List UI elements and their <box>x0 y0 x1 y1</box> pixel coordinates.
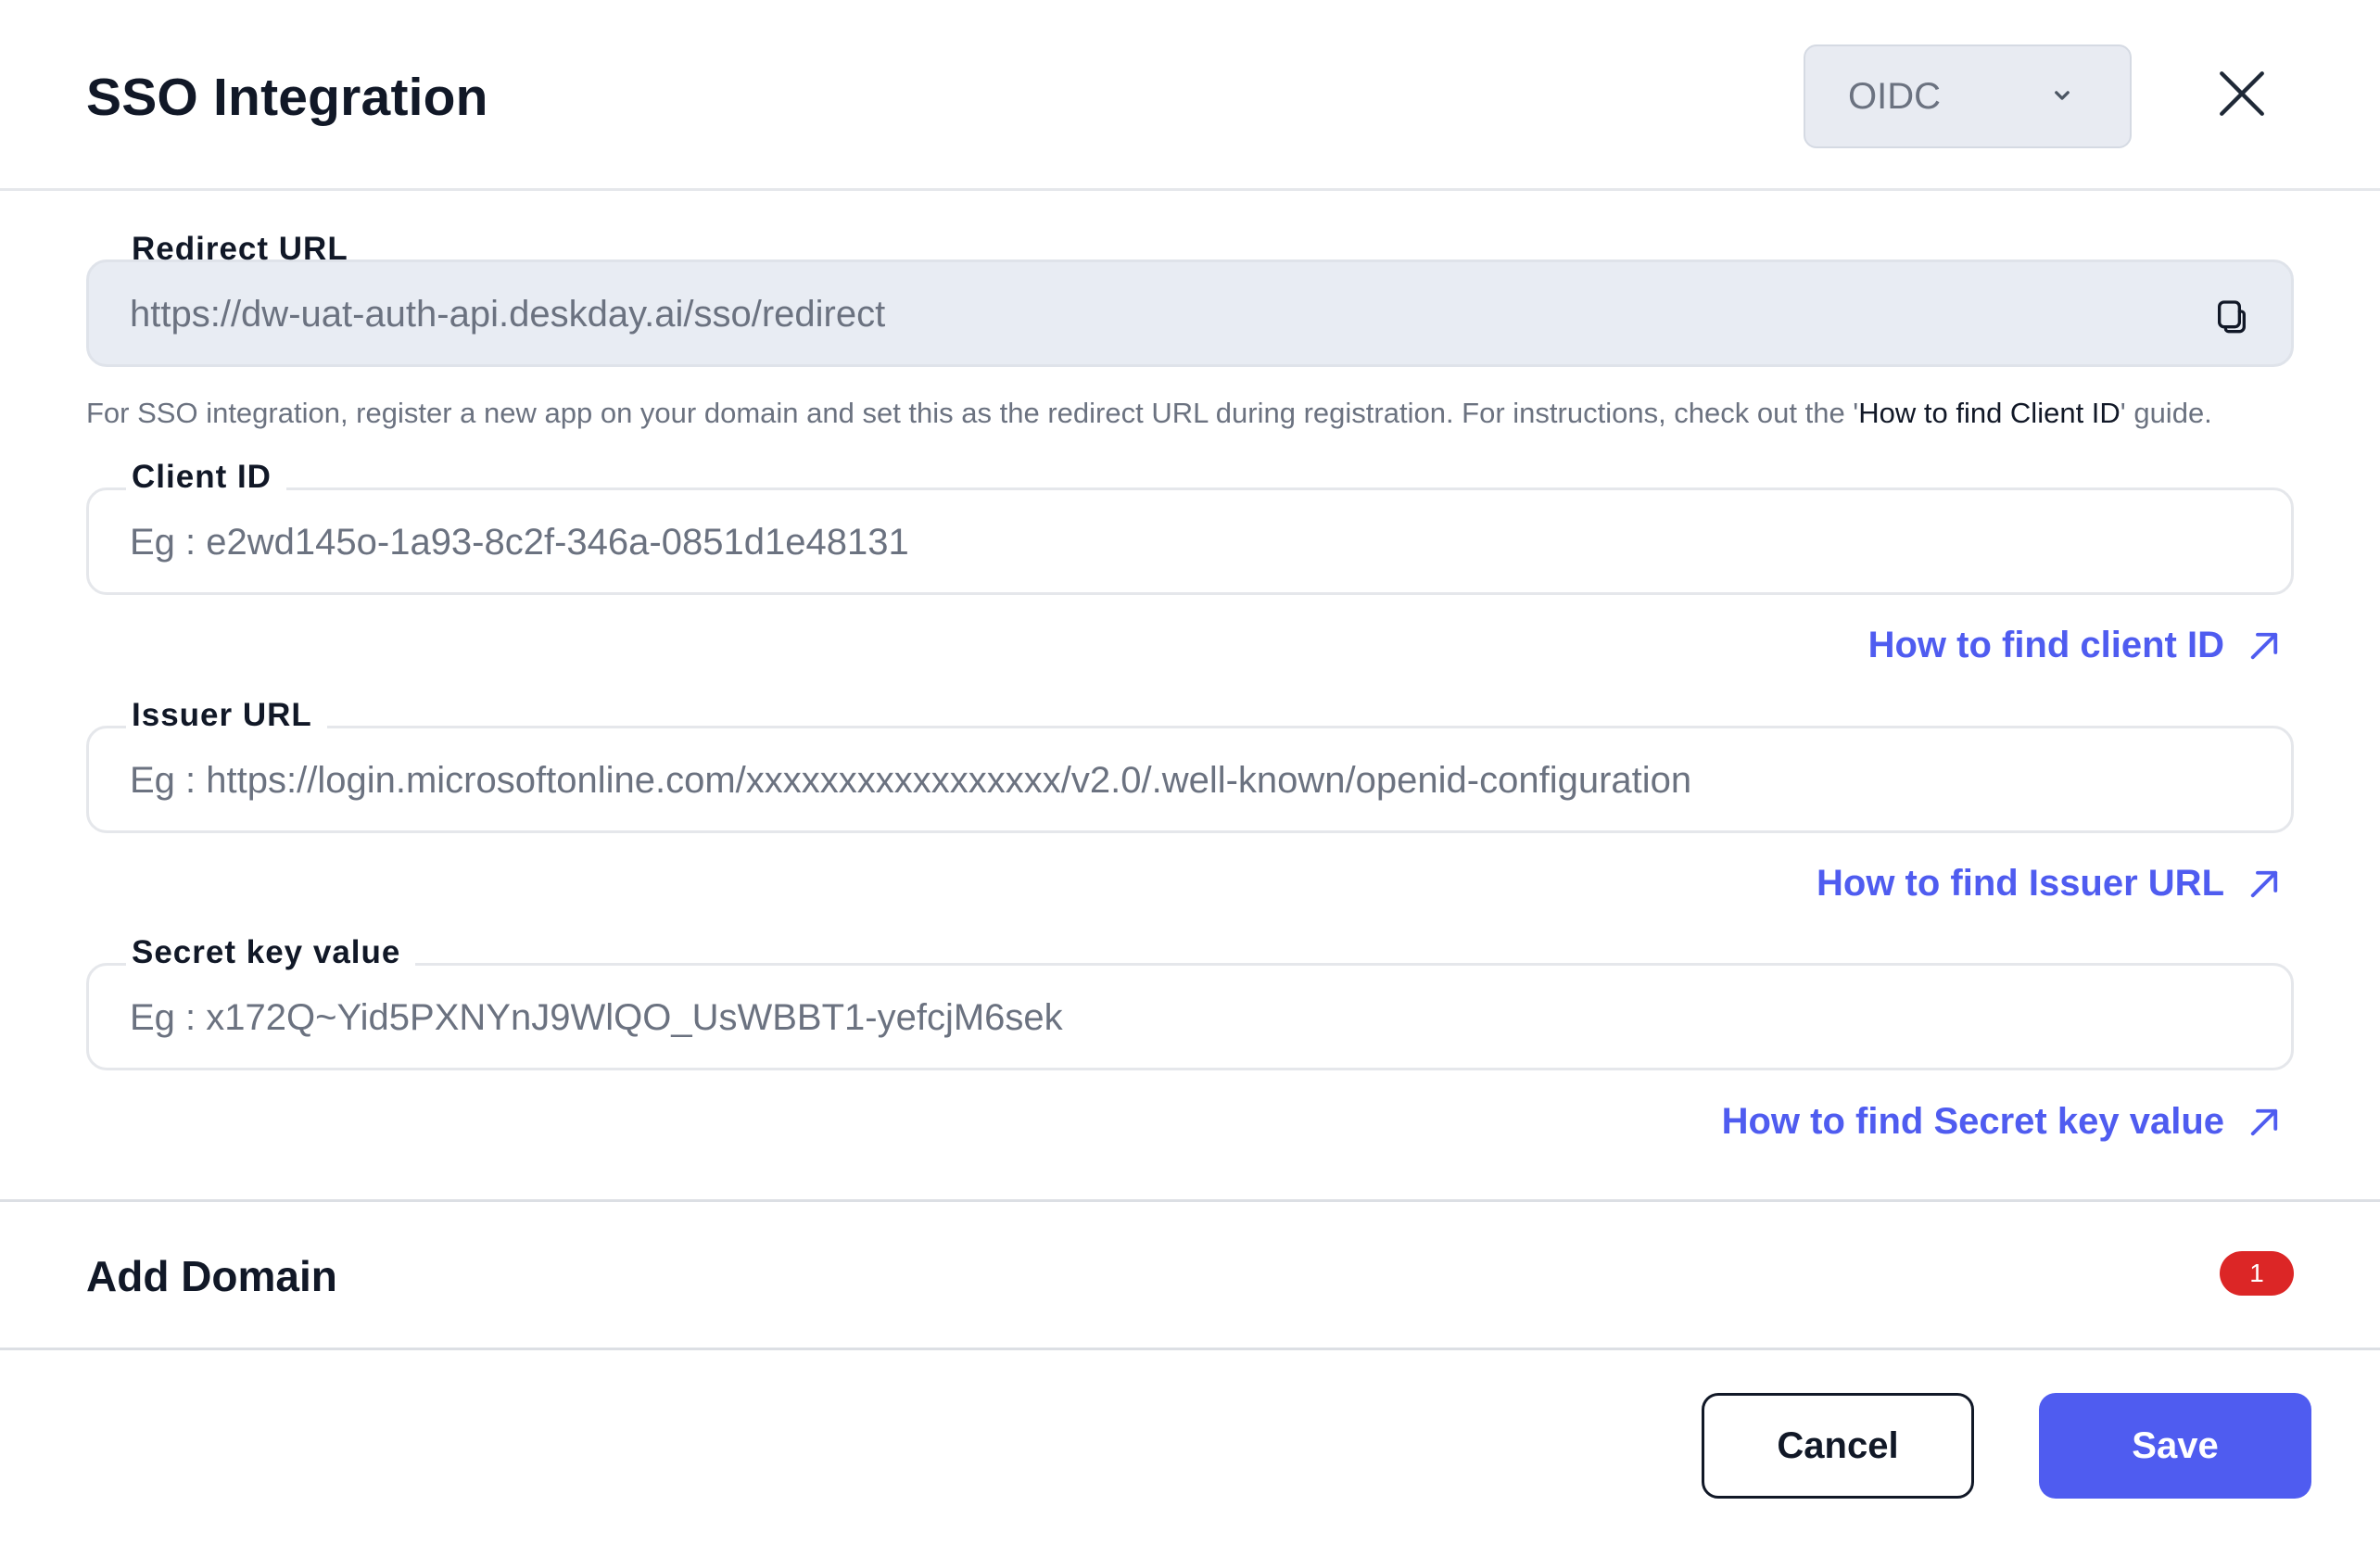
external-link-icon <box>2250 870 2278 897</box>
redirect-url-label: Redirect URL <box>132 231 348 267</box>
section-divider <box>0 1199 2380 1202</box>
protocol-select[interactable]: OIDC <box>1804 44 2132 148</box>
save-button[interactable]: Save <box>2039 1393 2311 1499</box>
protocol-select-value: OIDC <box>1848 75 1941 117</box>
dialog-header: SSO Integration OIDC <box>0 0 2380 191</box>
issuer-url-link-label: How to find Issuer URL <box>1817 863 2224 904</box>
domain-count-badge: 1 <box>2220 1251 2294 1296</box>
secret-key-label: Secret key value <box>126 934 416 971</box>
redirect-url-value: https://dw-uat-auth-api.deskday.ai/sso/r… <box>130 294 886 335</box>
client-id-label: Client ID <box>126 459 286 496</box>
close-icon[interactable] <box>2215 67 2269 120</box>
add-domain-title[interactable]: Add Domain <box>86 1251 337 1301</box>
how-to-find-secret-key-link[interactable]: How to find Secret key value <box>1722 1101 2284 1143</box>
issuer-url-label: Issuer URL <box>126 697 327 734</box>
chevron-down-icon <box>2055 91 2070 100</box>
issuer-url-field: Issuer URL <box>86 697 2294 833</box>
how-to-find-issuer-url-link[interactable]: How to find Issuer URL <box>1817 863 2284 905</box>
redirect-url-field: Redirect URL https://dw-uat-auth-api.des… <box>86 231 2294 367</box>
external-link-icon <box>2250 1108 2278 1135</box>
footer-divider <box>0 1348 2380 1350</box>
help-text-guide: How to find Client ID <box>1858 397 2120 429</box>
help-text-after: ' guide. <box>2120 397 2212 429</box>
external-link-icon <box>2250 632 2278 659</box>
issuer-url-input[interactable] <box>130 754 2243 806</box>
cancel-button[interactable]: Cancel <box>1702 1393 1974 1499</box>
client-id-link-label: How to find client ID <box>1867 625 2224 665</box>
client-id-input[interactable] <box>130 516 2243 568</box>
help-text-before: For SSO integration, register a new app … <box>86 397 1859 429</box>
secret-key-input[interactable] <box>130 992 2243 1044</box>
secret-key-field: Secret key value <box>86 934 2294 1070</box>
copy-icon[interactable] <box>2213 297 2250 335</box>
client-id-field: Client ID <box>86 459 2294 595</box>
dialog-title: SSO Integration <box>86 68 488 127</box>
redirect-help-text: For SSO integration, register a new app … <box>86 397 2212 430</box>
how-to-find-client-id-link[interactable]: How to find client ID <box>1868 625 2284 666</box>
secret-key-link-label: How to find Secret key value <box>1721 1101 2224 1142</box>
